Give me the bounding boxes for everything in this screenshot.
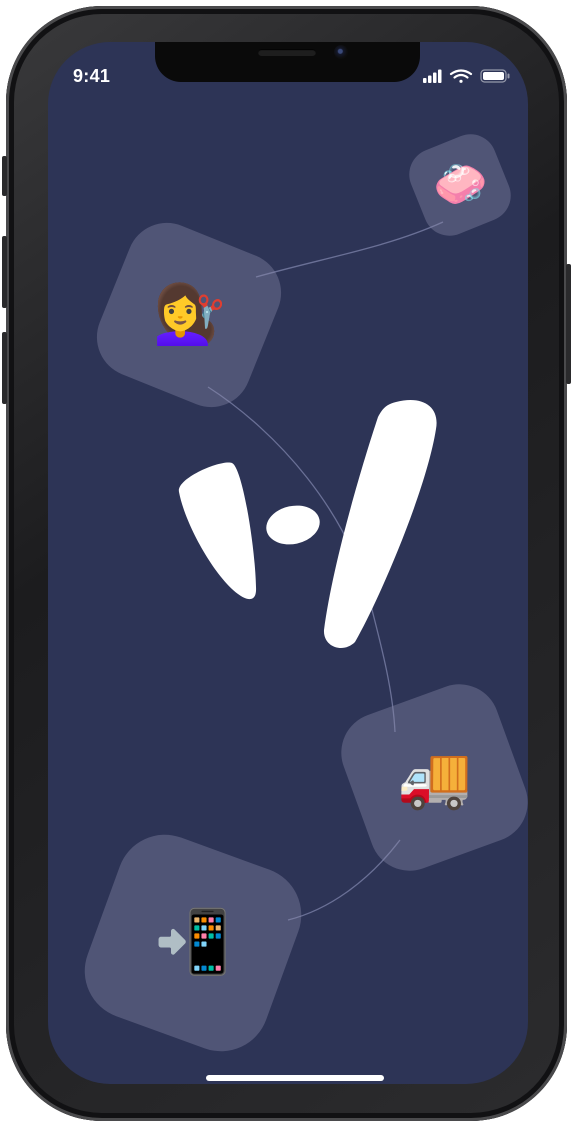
battery-icon [480, 69, 510, 83]
wifi-icon [449, 69, 473, 83]
earpiece-speaker [258, 49, 316, 56]
delivery-truck-icon: 🚚 [397, 743, 472, 811]
mobile-phone-with-arrow-icon: 📲 [154, 907, 232, 977]
volume-down-button [2, 332, 7, 404]
soap-icon: 🧼 [432, 160, 488, 210]
notch [155, 42, 420, 82]
woman-getting-haircut-icon: 💇‍♀️ [152, 282, 226, 347]
status-icons [423, 69, 510, 83]
front-camera [334, 45, 348, 59]
home-indicator[interactable] [206, 1075, 384, 1081]
volume-up-button [2, 236, 7, 308]
power-button [566, 264, 571, 384]
status-time: 9:41 [73, 66, 111, 86]
cellular-signal-icon [423, 69, 442, 83]
silent-switch [2, 156, 7, 196]
app-screen: 🧼 💇‍♀️ 🚚 📲 [48, 42, 528, 1084]
